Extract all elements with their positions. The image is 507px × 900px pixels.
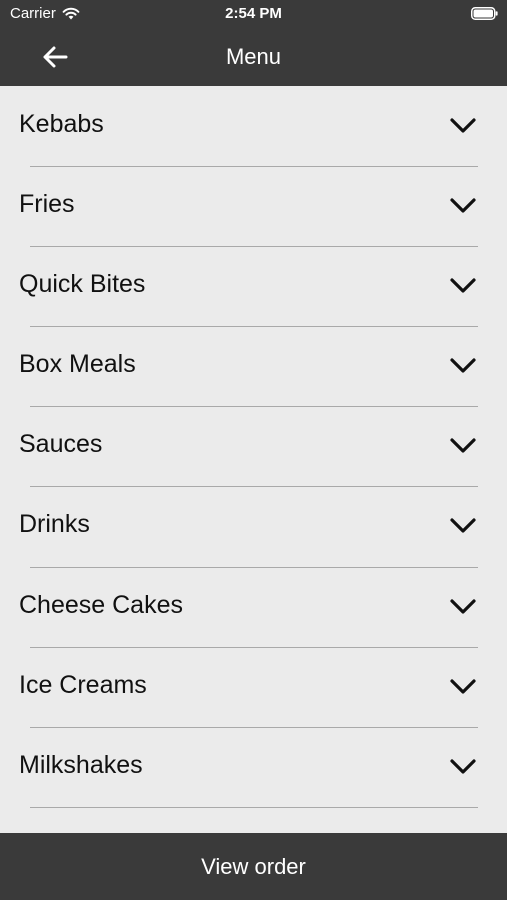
category-label: Ice Creams xyxy=(19,671,147,699)
category-label: Drinks xyxy=(19,510,90,538)
category-label: Cheese Cakes xyxy=(19,591,183,619)
top-bar: Carrier 2:54 PM Menu xyxy=(0,0,507,86)
category-label: Sauces xyxy=(19,430,103,458)
category-row-cheese-cakes[interactable]: Cheese Cakes xyxy=(0,567,507,647)
category-row-fries[interactable]: Fries xyxy=(0,166,507,246)
category-label: Quick Bites xyxy=(19,270,146,298)
clock: 2:54 PM xyxy=(225,5,282,22)
battery-icon xyxy=(471,7,498,20)
category-row-ice-creams[interactable]: Ice Creams xyxy=(0,647,507,727)
navigation-bar: Menu xyxy=(0,28,507,86)
category-row-milkshakes[interactable]: Milkshakes xyxy=(0,727,507,807)
chevron-down-icon xyxy=(450,679,476,694)
chevron-down-icon xyxy=(450,438,476,453)
chevron-down-icon xyxy=(450,599,476,614)
menu-category-list: Kebabs Fries Quick Bites Box Meals Sauce… xyxy=(0,86,507,833)
category-label: Fries xyxy=(19,190,75,218)
category-label: Milkshakes xyxy=(19,751,143,779)
category-row-box-meals[interactable]: Box Meals xyxy=(0,326,507,406)
chevron-down-icon xyxy=(450,518,476,533)
chevron-down-icon xyxy=(450,759,476,774)
chevron-down-icon xyxy=(450,358,476,373)
chevron-down-icon xyxy=(450,278,476,293)
category-row-quick-bites[interactable]: Quick Bites xyxy=(0,246,507,326)
row-separator xyxy=(30,807,478,808)
chevron-down-icon xyxy=(450,118,476,133)
page-title: Menu xyxy=(225,44,282,69)
category-row-sauces[interactable]: Sauces xyxy=(0,406,507,486)
view-order-label: View order xyxy=(201,854,306,879)
chevron-down-icon xyxy=(450,198,476,213)
category-row-kebabs[interactable]: Kebabs xyxy=(0,86,507,166)
category-label: Box Meals xyxy=(19,350,136,378)
status-bar: Carrier 2:54 PM xyxy=(0,0,507,28)
view-order-button[interactable]: View order xyxy=(0,833,507,900)
category-label: Kebabs xyxy=(19,110,104,138)
category-row-drinks[interactable]: Drinks xyxy=(0,486,507,566)
